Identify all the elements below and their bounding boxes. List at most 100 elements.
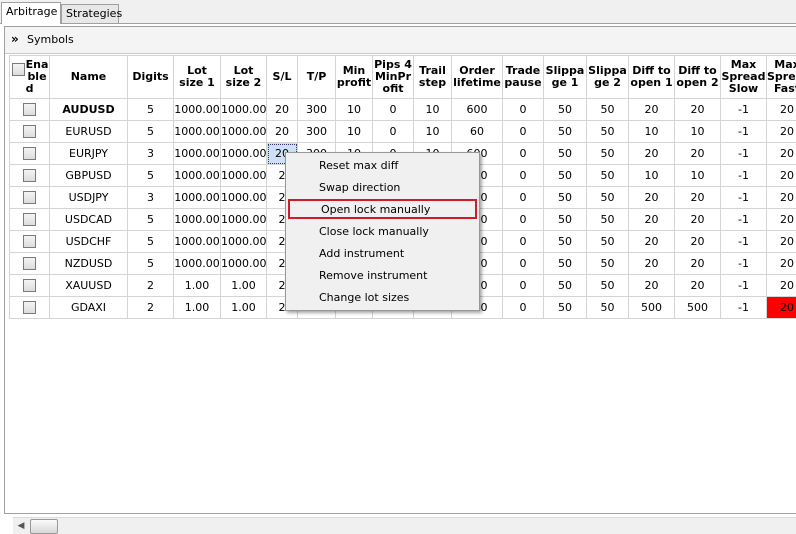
- grid-cell[interactable]: 50: [587, 165, 629, 187]
- table-row[interactable]: AUDUSD51000.001000.002030010010600050502…: [10, 99, 796, 121]
- grid-cell[interactable]: 50: [587, 275, 629, 297]
- grid-cell[interactable]: 0: [503, 121, 544, 143]
- grid-cell[interactable]: 50: [587, 187, 629, 209]
- enabled-checkbox[interactable]: [23, 147, 36, 160]
- menu-item-close-lock-manually[interactable]: Close lock manually: [288, 221, 477, 243]
- column-header[interactable]: S/L: [267, 56, 298, 99]
- grid-cell[interactable]: 1000.00: [174, 121, 221, 143]
- grid-cell[interactable]: 1000.00: [221, 187, 267, 209]
- grid-cell[interactable]: 1000.00: [221, 209, 267, 231]
- enabled-checkbox[interactable]: [23, 169, 36, 182]
- column-header[interactable]: Slippa ge 2: [587, 56, 629, 99]
- grid-cell[interactable]: 50: [544, 143, 587, 165]
- grid-cell[interactable]: -1: [721, 143, 767, 165]
- grid-cell[interactable]: 0: [373, 99, 414, 121]
- grid-cell[interactable]: 20: [767, 187, 796, 209]
- column-header[interactable]: Diff to open 1: [629, 56, 675, 99]
- select-all-checkbox[interactable]: [12, 63, 25, 76]
- grid-cell[interactable]: 20: [675, 187, 721, 209]
- grid-cell[interactable]: 20: [629, 143, 675, 165]
- grid-cell[interactable]: 1000.00: [174, 253, 221, 275]
- column-header[interactable]: Digits: [128, 56, 174, 99]
- grid-cell[interactable]: 0: [503, 297, 544, 319]
- grid-cell[interactable]: 10: [336, 121, 373, 143]
- enabled-cell[interactable]: [10, 275, 50, 297]
- grid-cell[interactable]: 50: [587, 253, 629, 275]
- horizontal-scrollbar[interactable]: ◀: [13, 517, 796, 534]
- grid-cell[interactable]: 10: [629, 121, 675, 143]
- grid-cell[interactable]: 5: [128, 209, 174, 231]
- grid-cell[interactable]: 600: [452, 99, 503, 121]
- enabled-cell[interactable]: [10, 165, 50, 187]
- grid-cell[interactable]: 10: [675, 165, 721, 187]
- tab-strategies[interactable]: Strategies: [61, 4, 119, 23]
- grid-cell[interactable]: 1000.00: [221, 143, 267, 165]
- enabled-cell[interactable]: [10, 297, 50, 319]
- grid-cell[interactable]: 1000.00: [174, 99, 221, 121]
- grid-cell[interactable]: 20: [629, 253, 675, 275]
- grid-cell[interactable]: 1.00: [221, 297, 267, 319]
- column-header[interactable]: Pips 4 MinPr ofit: [373, 56, 414, 99]
- column-header[interactable]: Max Spread Fast: [767, 56, 796, 99]
- grid-cell[interactable]: 20: [629, 99, 675, 121]
- grid-cell[interactable]: 0: [503, 275, 544, 297]
- grid-cell[interactable]: 50: [544, 187, 587, 209]
- double-chevron-down-icon[interactable]: »: [11, 32, 19, 46]
- tab-arbitrage[interactable]: Arbitrage: [1, 2, 61, 24]
- column-header[interactable]: Min profit: [336, 56, 373, 99]
- grid-cell[interactable]: 50: [587, 143, 629, 165]
- grid-cell[interactable]: 1.00: [174, 275, 221, 297]
- grid-cell[interactable]: -1: [721, 209, 767, 231]
- grid-cell[interactable]: 50: [544, 165, 587, 187]
- enabled-cell[interactable]: [10, 209, 50, 231]
- enabled-cell[interactable]: [10, 121, 50, 143]
- grid-cell[interactable]: 1000.00: [221, 165, 267, 187]
- grid-cell[interactable]: 10: [414, 121, 452, 143]
- grid-cell[interactable]: 50: [587, 121, 629, 143]
- grid-cell[interactable]: -1: [721, 99, 767, 121]
- grid-cell[interactable]: 20: [767, 165, 796, 187]
- enabled-checkbox[interactable]: [23, 103, 36, 116]
- grid-cell[interactable]: USDJPY: [50, 187, 128, 209]
- panel-header[interactable]: » Symbols: [5, 27, 796, 54]
- grid-cell[interactable]: XAUUSD: [50, 275, 128, 297]
- grid-cell[interactable]: 0: [503, 143, 544, 165]
- column-header[interactable]: T/P: [298, 56, 336, 99]
- grid-cell[interactable]: 20: [767, 121, 796, 143]
- grid-cell[interactable]: 20: [629, 187, 675, 209]
- menu-item-open-lock-manually[interactable]: Open lock manually: [288, 199, 477, 219]
- grid-cell[interactable]: 20: [267, 99, 298, 121]
- grid-cell[interactable]: 1000.00: [174, 187, 221, 209]
- enabled-cell[interactable]: [10, 231, 50, 253]
- enabled-checkbox[interactable]: [23, 213, 36, 226]
- column-header[interactable]: Slippa ge 1: [544, 56, 587, 99]
- grid-cell[interactable]: 50: [544, 99, 587, 121]
- grid-cell[interactable]: 1000.00: [221, 231, 267, 253]
- grid-cell[interactable]: 20: [767, 209, 796, 231]
- enabled-checkbox[interactable]: [23, 125, 36, 138]
- enabled-cell[interactable]: [10, 253, 50, 275]
- column-header[interactable]: Lot size 2: [221, 56, 267, 99]
- grid-cell[interactable]: 2: [128, 297, 174, 319]
- grid-cell[interactable]: 3: [128, 143, 174, 165]
- grid-cell[interactable]: 20: [767, 99, 796, 121]
- grid-cell[interactable]: GDAXI: [50, 297, 128, 319]
- grid-cell[interactable]: 50: [544, 297, 587, 319]
- grid-cell[interactable]: 1000.00: [174, 209, 221, 231]
- enabled-checkbox[interactable]: [23, 257, 36, 270]
- grid-cell[interactable]: 0: [503, 209, 544, 231]
- grid-cell[interactable]: USDCAD: [50, 209, 128, 231]
- grid-cell[interactable]: 1000.00: [221, 121, 267, 143]
- grid-cell[interactable]: 1000.00: [174, 143, 221, 165]
- grid-cell[interactable]: 5: [128, 253, 174, 275]
- grid-cell[interactable]: 20: [767, 297, 796, 319]
- enabled-checkbox[interactable]: [23, 191, 36, 204]
- grid-cell[interactable]: 20: [767, 231, 796, 253]
- grid-cell[interactable]: 5: [128, 99, 174, 121]
- enabled-cell[interactable]: [10, 187, 50, 209]
- grid-cell[interactable]: 0: [503, 231, 544, 253]
- grid-cell[interactable]: 10: [629, 165, 675, 187]
- menu-item-add-instrument[interactable]: Add instrument: [288, 243, 477, 265]
- grid-cell[interactable]: 1000.00: [174, 231, 221, 253]
- grid-cell[interactable]: 50: [587, 99, 629, 121]
